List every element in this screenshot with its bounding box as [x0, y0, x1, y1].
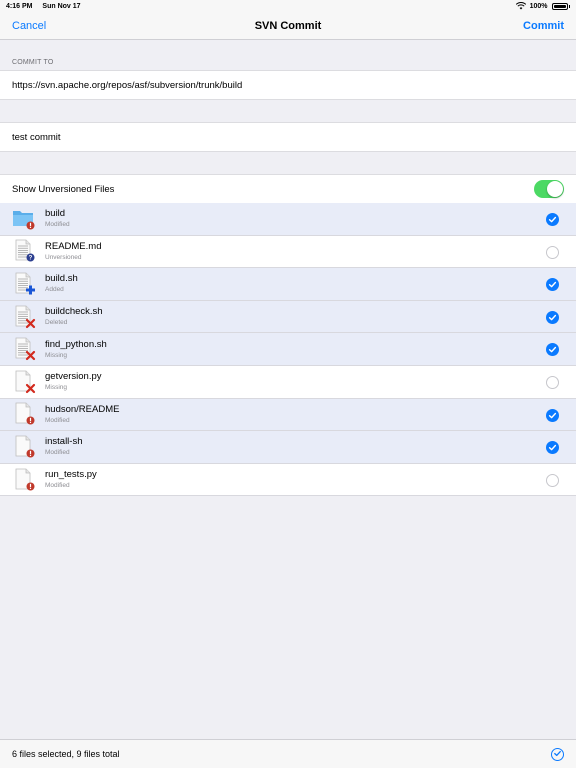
file-name: getversion.py: [45, 371, 102, 383]
repository-url: https://svn.apache.org/repos/asf/subvers…: [12, 79, 243, 91]
unchecked-circle-icon[interactable]: [546, 245, 559, 259]
file-name: find_python.sh: [45, 338, 107, 350]
file-text: find_python.sh Missing: [45, 339, 107, 360]
file-name: hudson/README: [45, 403, 120, 415]
modified-badge-icon: [29, 222, 38, 231]
file-status: Modified: [45, 416, 70, 424]
bottom-toolbar: 6 files selected, 9 files total: [0, 739, 576, 768]
folder-icon: [12, 207, 38, 231]
text-file-icon: [12, 305, 38, 329]
wifi-icon: [515, 2, 526, 10]
file-name: build: [45, 208, 66, 220]
battery-percent: 100%: [529, 2, 548, 10]
file-name: README.md: [45, 240, 102, 252]
checkmark-icon: [553, 751, 561, 757]
status-bar: 4:16 PM Sun Nov 17 100%: [0, 0, 576, 12]
status-date: Sun Nov 17: [42, 2, 81, 10]
repository-url-cell[interactable]: https://svn.apache.org/repos/asf/subvers…: [0, 70, 576, 100]
file-row[interactable]: hudson/README Modified: [0, 398, 576, 432]
added-badge-icon: [29, 287, 38, 296]
file-row[interactable]: find_python.sh Missing: [0, 333, 576, 366]
deleted-badge-icon: [29, 320, 38, 329]
file-text: build Modified: [45, 208, 70, 229]
file-text: getversion.py Missing: [45, 371, 102, 392]
battery-icon: [551, 2, 568, 10]
file-text: build.sh Added: [45, 273, 78, 294]
missing-badge-icon: [29, 385, 38, 394]
file-row[interactable]: build Modified: [0, 203, 576, 236]
file-list: build Modified? README.md Unversioned build.…: [0, 203, 576, 497]
missing-badge-icon: [29, 352, 38, 361]
commit-to-header: COMMIT TO: [12, 59, 54, 66]
page-title: SVN Commit: [254, 19, 322, 32]
file-text: run_tests.py Modified: [45, 469, 97, 490]
file-text: buildcheck.sh Deleted: [45, 306, 103, 327]
blank-file-icon: [12, 435, 38, 459]
commit-message-text: test commit: [12, 131, 61, 143]
file-row[interactable]: build.sh Added: [0, 268, 576, 301]
status-time: 4:16 PM: [6, 2, 33, 10]
file-status: Missing: [45, 351, 68, 359]
file-status: Added: [45, 286, 64, 294]
navigation-bar: Cancel SVN Commit Commit: [0, 12, 576, 40]
text-file-icon: [12, 272, 38, 296]
text-file-icon: [12, 337, 38, 361]
status-left: 4:16 PM Sun Nov 17: [6, 3, 89, 10]
file-status: Modified: [45, 449, 70, 457]
file-row[interactable]: ? README.md Unversioned: [0, 235, 576, 269]
file-status: Unversioned: [45, 253, 82, 261]
checked-circle-icon[interactable]: [546, 441, 559, 455]
checked-circle-icon[interactable]: [546, 278, 559, 292]
toggle-knob: [547, 181, 563, 197]
cancel-button[interactable]: Cancel: [12, 20, 46, 32]
file-row[interactable]: run_tests.py Modified: [0, 463, 576, 497]
modified-badge-icon: [29, 417, 38, 426]
file-name: install-sh: [45, 436, 83, 448]
battery-tip: [568, 4, 570, 8]
file-row[interactable]: buildcheck.sh Deleted: [0, 300, 576, 334]
checked-circle-icon[interactable]: [546, 213, 559, 226]
show-unversioned-label: Show Unversioned Files: [12, 183, 115, 195]
file-status: Modified: [45, 221, 70, 229]
file-row[interactable]: install-sh Modified: [0, 431, 576, 464]
blank-file-icon: [12, 468, 38, 492]
text-file-icon: ?: [12, 239, 38, 263]
file-status: Modified: [45, 482, 70, 490]
show-unversioned-cell: Show Unversioned Files: [0, 174, 576, 204]
file-name: build.sh: [45, 273, 78, 285]
file-text: hudson/README Modified: [45, 404, 119, 425]
select-all-button[interactable]: [551, 747, 564, 761]
blank-file-icon: [12, 370, 38, 394]
modified-badge-icon: [29, 450, 38, 459]
unversioned-badge-icon: [29, 254, 38, 263]
unchecked-circle-icon[interactable]: [546, 375, 559, 389]
show-unversioned-toggle[interactable]: [534, 180, 564, 198]
file-text: README.md Unversioned: [45, 241, 101, 262]
blank-file-icon: [12, 402, 38, 426]
status-right: 100%: [515, 2, 570, 10]
commit-message-field[interactable]: test commit: [0, 122, 576, 152]
modified-badge-icon: [29, 483, 38, 492]
commit-button[interactable]: Commit: [523, 20, 564, 32]
file-status: Deleted: [45, 319, 68, 327]
file-text: install-sh Modified: [45, 436, 83, 457]
checked-circle-icon[interactable]: [546, 310, 559, 324]
checked-circle-icon[interactable]: [546, 343, 559, 357]
unchecked-circle-icon[interactable]: [546, 473, 559, 487]
file-name: run_tests.py: [45, 469, 97, 481]
selection-summary: 6 files selected, 9 files total: [12, 749, 120, 759]
file-name: buildcheck.sh: [45, 306, 103, 318]
file-row[interactable]: getversion.py Missing: [0, 365, 576, 399]
file-status: Missing: [45, 384, 68, 392]
checked-circle-icon[interactable]: [546, 408, 559, 422]
